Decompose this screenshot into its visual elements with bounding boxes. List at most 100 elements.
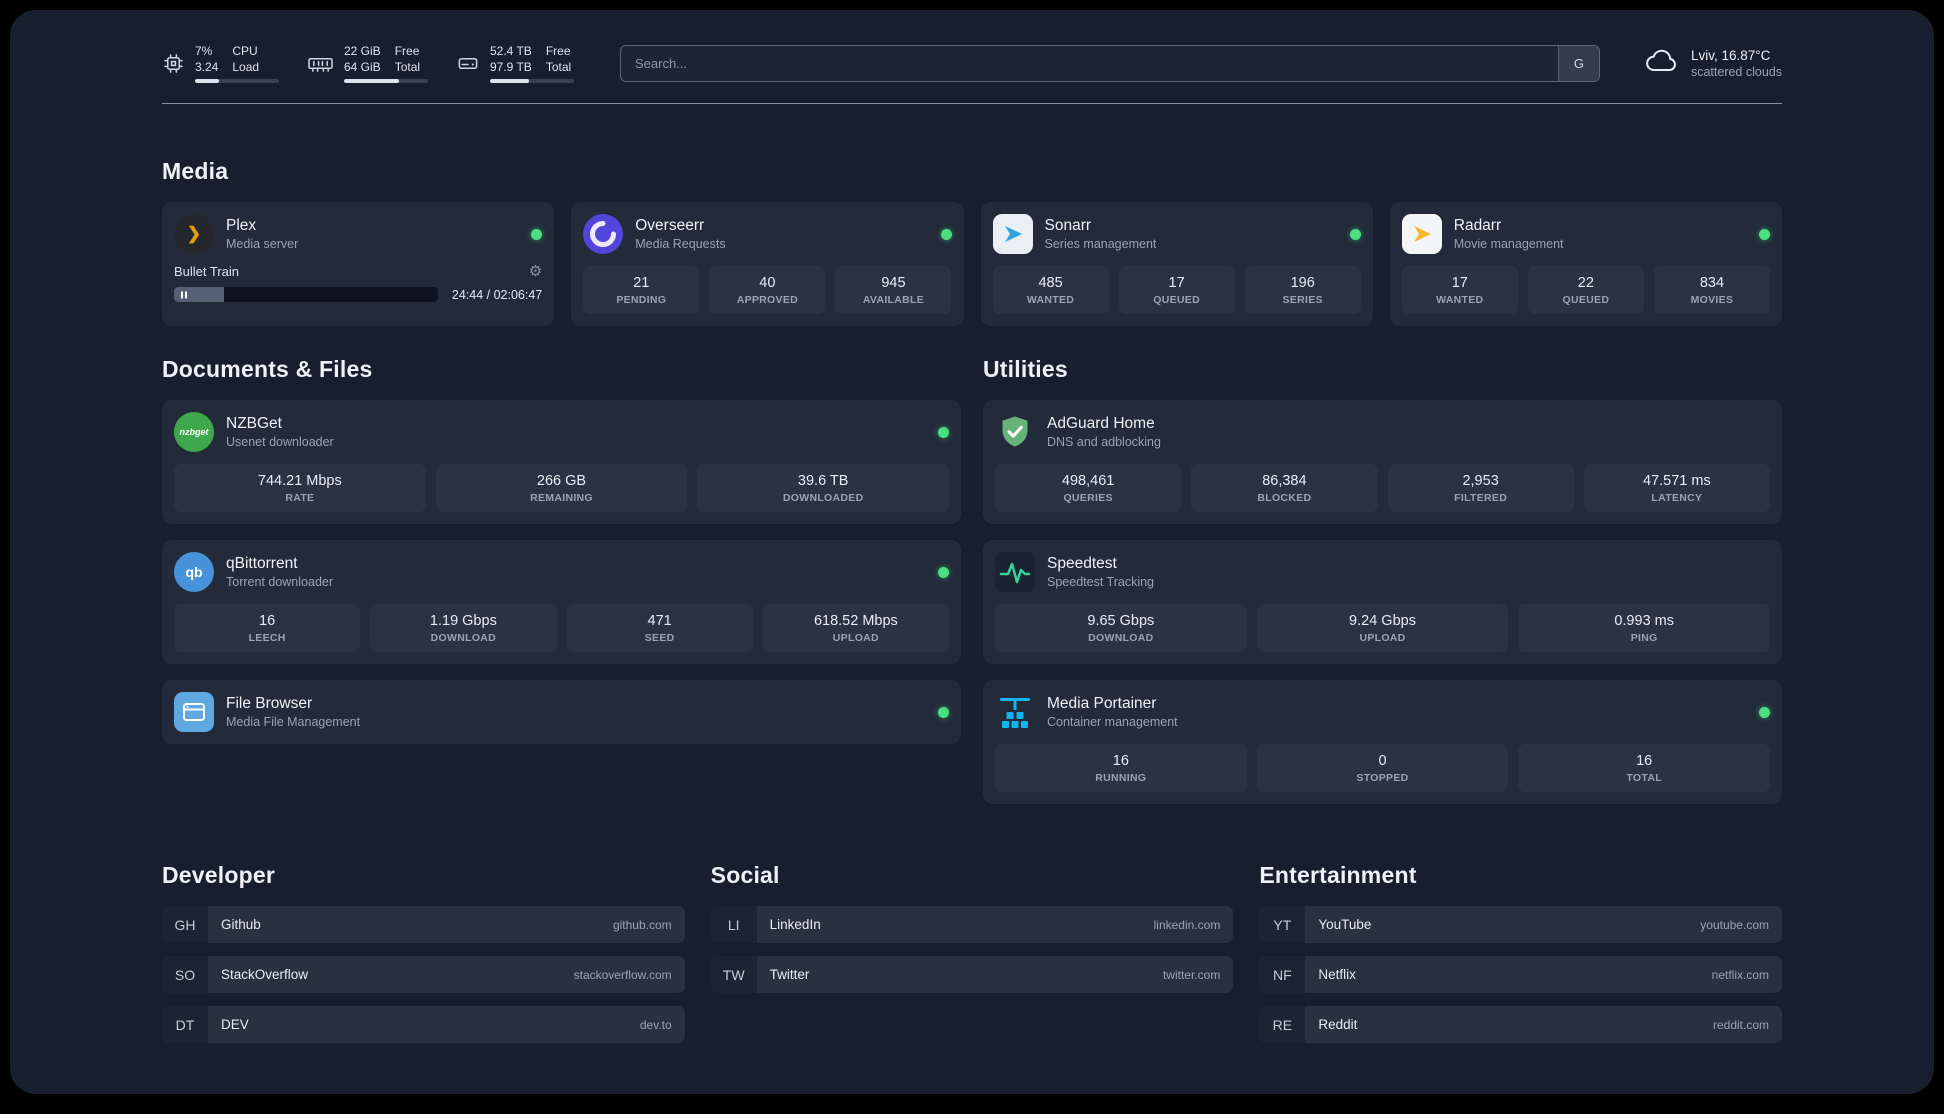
speedtest-icon [995, 552, 1035, 593]
stat-box: 17 WANTED [1401, 266, 1518, 315]
service-subtitle: Movie management [1453, 237, 1564, 252]
service-card-plex[interactable]: ❯ Plex Media server Bullet Train ⚙ 24:44… [162, 202, 555, 327]
stat-box: 266 GB REMAINING [435, 464, 688, 513]
section-utilities: Utilities AdGuard Home DNS and adblockin… [983, 356, 1782, 805]
bookmark-group-social: Social LI LinkedIn linkedin.com TW Twitte… [710, 862, 1234, 1056]
bookmark-group-entertainment: Entertainment YT YouTube youtube.com NF N… [1259, 862, 1782, 1056]
stat-box: 16 TOTAL [1518, 744, 1771, 793]
status-dot [1349, 228, 1361, 240]
bookmark-linkedin[interactable]: LI LinkedIn linkedin.com [710, 906, 1234, 944]
service-subtitle: Container management [1047, 715, 1178, 730]
stat-box: 744.21 Mbps RATE [174, 464, 426, 513]
sonarr-icon [992, 214, 1033, 255]
disk-widget: 52.4 TB 97.9 TB Free Total [456, 44, 574, 84]
cpu-value: 7% [195, 44, 213, 58]
bookmark-stackoverflow[interactable]: SO StackOverflow stackoverflow.com [162, 956, 685, 994]
stat-box: 618.52 Mbps UPLOAD [762, 604, 949, 653]
bookmark-youtube[interactable]: YT YouTube youtube.com [1259, 906, 1782, 944]
cpu-icon [162, 52, 185, 75]
cpu-load-label: Load [232, 59, 260, 74]
stat-box: 21 PENDING [583, 266, 700, 315]
service-card-speedtest[interactable]: Speedtest Speedtest Tracking 9.65 Gbps DO… [983, 540, 1782, 665]
memory-free-label: Free [394, 44, 420, 58]
pause-icon [181, 291, 187, 299]
service-subtitle: Series management [1044, 237, 1157, 252]
stat-box: 196 SERIES [1244, 266, 1361, 315]
service-subtitle: Torrent downloader [226, 575, 334, 590]
filebrowser-icon [174, 692, 214, 733]
cpu-load-value: 3.24 [195, 59, 219, 74]
bookmark-abbr: SO [162, 956, 208, 994]
service-subtitle: Speedtest Tracking [1047, 575, 1155, 590]
section-title-social: Social [710, 862, 780, 889]
disk-total-label: Total [545, 59, 572, 74]
service-card-overseerr[interactable]: Overseerr Media Requests 21 PENDING 40 APP… [571, 202, 964, 327]
memory-total-value: 64 GiB [344, 59, 381, 74]
stat-box: 834 MOVIES [1653, 266, 1770, 315]
bookmark-group-developer: Developer GH Github github.com SO StackOv… [162, 862, 685, 1056]
bookmark-abbr: DT [162, 1006, 208, 1044]
cpu-widget: 7% 3.24 CPU Load [162, 44, 279, 84]
section-files: Documents & Files nzbget NZBGet Usenet d… [162, 356, 961, 804]
disk-free-value: 52.4 TB [490, 44, 532, 58]
stat-box: 86,384 BLOCKED [1191, 464, 1378, 513]
weather-condition: scattered clouds [1690, 65, 1782, 80]
bookmark-netflix[interactable]: NF Netflix netflix.com [1259, 956, 1782, 994]
service-card-adguard[interactable]: AdGuard Home DNS and adblocking 498,461 Q… [983, 400, 1782, 525]
status-dot [531, 228, 543, 240]
search-bar: G [620, 45, 1600, 83]
dashboard-panel: 7% 3.24 CPU Load 22 GiB 64 GiB Free Tota… [10, 10, 1934, 1094]
section-title-utilities: Utilities [983, 356, 1068, 383]
radarr-icon [1401, 214, 1442, 255]
service-name: AdGuard Home [1047, 415, 1155, 433]
stat-box: 945 AVAILABLE [835, 266, 952, 315]
service-subtitle: DNS and adblocking [1047, 435, 1161, 450]
service-name: File Browser [226, 695, 313, 713]
ram-icon [307, 52, 334, 75]
service-card-qbittorrent[interactable]: qb qBittorrent Torrent downloader 16 LEEC… [162, 540, 961, 665]
cpu-usage-bar [195, 79, 279, 84]
portainer-icon [995, 692, 1035, 732]
stat-box: 47.571 ms LATENCY [1583, 464, 1770, 513]
service-name: NZBGet [226, 415, 282, 433]
stat-box: 498,461 QUERIES [995, 464, 1182, 513]
disk-usage-bar [490, 79, 574, 84]
section-title-developer: Developer [162, 862, 276, 889]
service-subtitle: Media File Management [226, 715, 361, 730]
service-card-sonarr[interactable]: Sonarr Series management 485 WANTED 17 QUE… [980, 202, 1373, 327]
topbar: 7% 3.24 CPU Load 22 GiB 64 GiB Free Tota… [162, 44, 1782, 84]
status-dot [940, 228, 952, 240]
service-name: Radarr [1453, 217, 1502, 235]
service-card-nzbget[interactable]: nzbget NZBGet Usenet downloader 744.21 M… [162, 400, 961, 525]
service-name: qBittorrent [226, 555, 298, 573]
section-title-media: Media [162, 158, 229, 185]
bookmark-abbr: YT [1259, 906, 1306, 944]
service-card-filebrowser[interactable]: File Browser Media File Management [162, 680, 961, 745]
qbittorrent-icon: qb [174, 552, 214, 593]
stat-box: 17 QUEUED [1118, 266, 1235, 315]
bookmark-reddit[interactable]: RE Reddit reddit.com [1259, 1006, 1782, 1044]
stat-box: 9.65 Gbps DOWNLOAD [995, 604, 1247, 653]
service-card-portainer[interactable]: Media Portainer Container management 16 R… [983, 680, 1782, 805]
stat-box: 16 LEECH [174, 604, 361, 653]
bookmark-dev[interactable]: DT DEV dev.to [162, 1006, 685, 1044]
status-dot [1759, 706, 1770, 718]
bookmark-twitter[interactable]: TW Twitter twitter.com [710, 956, 1234, 994]
service-card-radarr[interactable]: Radarr Movie management 17 WANTED 22 QUEUE… [1389, 202, 1782, 327]
gear-icon[interactable]: ⚙ [529, 264, 542, 279]
status-dot [938, 566, 949, 578]
memory-total-label: Total [394, 59, 421, 74]
memory-usage-bar [344, 79, 428, 84]
stat-box: 0 STOPPED [1256, 744, 1509, 793]
weather-location: Lviv, 16.87°C [1690, 48, 1771, 64]
search-provider-button[interactable]: G [1557, 45, 1600, 83]
stat-box: 16 RUNNING [995, 744, 1247, 793]
bookmark-github[interactable]: GH Github github.com [162, 906, 685, 944]
search-input[interactable] [620, 45, 1558, 83]
overseerr-icon [583, 214, 624, 255]
status-dot [938, 706, 949, 718]
service-name: Overseerr [635, 217, 705, 235]
stat-box: 485 WANTED [992, 266, 1109, 315]
service-name: Sonarr [1044, 217, 1092, 235]
nzbget-icon: nzbget [174, 412, 214, 453]
